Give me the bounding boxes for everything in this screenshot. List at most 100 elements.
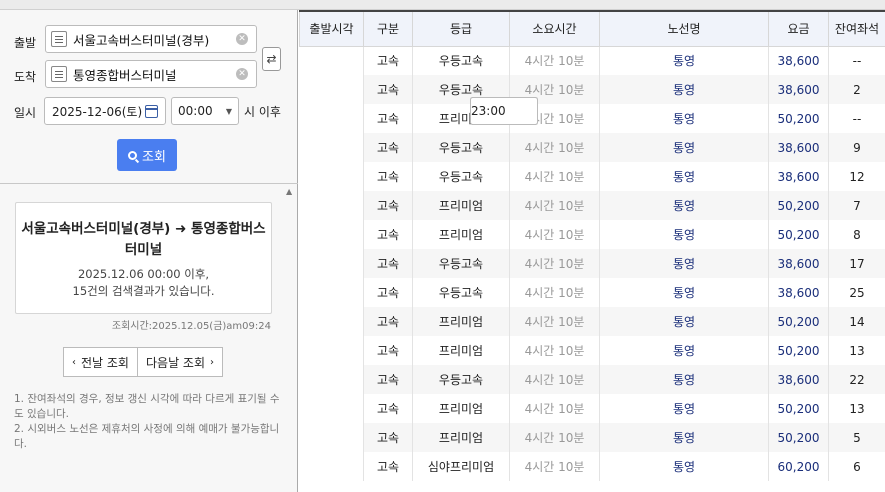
cell-grade: 우등고속: [412, 278, 510, 307]
cell-seats: 5: [828, 423, 885, 452]
cell-grade: 우등고속: [412, 46, 510, 75]
table-row[interactable]: 16:50고속프리미엄4시간 10분통영50,20013: [300, 97, 885, 365]
cell-line[interactable]: 통영: [599, 162, 769, 191]
schedule-table: 출발시각 구분 등급 소요시간 노선명 요금 잔여좌석 07:00고속우등고속4…: [299, 10, 885, 481]
after-label: 시 이후: [244, 105, 281, 119]
cell-dur: 4시간 10분: [509, 162, 600, 191]
cell-fare: 50,200: [768, 104, 829, 133]
table-row[interactable]: 07:00고속우등고속4시간 10분통영38,600--: [300, 46, 885, 125]
cell-dur: 4시간 10분: [509, 133, 600, 162]
cell-dur: 4시간 10분: [509, 452, 600, 481]
cell-grade: 프리미엄: [412, 191, 510, 220]
clear-icon[interactable]: ✕: [236, 68, 248, 80]
cell-line[interactable]: 통영: [599, 220, 769, 249]
cell-dur: 4시간 10분: [509, 249, 600, 278]
header-type[interactable]: 구분: [363, 10, 413, 47]
cell-kind: 고속: [363, 133, 413, 162]
chevron-right-icon: ›: [210, 356, 214, 368]
cell-kind: 고속: [363, 423, 413, 452]
next-day-button[interactable]: 다음날 조회 ›: [137, 347, 223, 377]
header-grade[interactable]: 등급: [412, 10, 510, 47]
date-value: 2025-12-06(토): [52, 104, 143, 119]
cell-line[interactable]: 통영: [599, 394, 769, 423]
cell-kind: 고속: [363, 365, 413, 394]
table-row[interactable]: 14:50고속우등고속4시간 10분통영38,60025: [300, 97, 885, 307]
table-row[interactable]: 10:50고속우등고속4시간 10분통영38,60012: [300, 97, 885, 191]
header-fare[interactable]: 요금: [768, 10, 829, 47]
cell-line[interactable]: 통영: [599, 336, 769, 365]
cell-fare: 60,200: [768, 452, 829, 481]
cell-grade: 프리미엄: [412, 423, 510, 452]
cell-line[interactable]: 통영: [599, 278, 769, 307]
notice-1: 1. 잔여좌석의 경우, 정보 갱신 시각에 따라 다르게 표기될 수도 있습니…: [14, 393, 280, 420]
table-row[interactable]: 12:50고속프리미엄4시간 10분통영50,2008: [300, 97, 885, 249]
table-row[interactable]: 08:30고속프리미엄4시간 10분통영50,200--: [300, 97, 885, 133]
cell-dur: 4시간 10분: [509, 191, 600, 220]
table-row[interactable]: 13:50고속우등고속4시간 10분통영38,60017: [300, 97, 885, 278]
day-nav: ‹ 전날 조회 다음날 조회 ›: [63, 347, 223, 377]
chevron-left-icon: ‹: [72, 356, 76, 368]
cell-dur: 4시간 10분: [509, 336, 600, 365]
date-field[interactable]: 2025-12-06(토): [44, 97, 166, 125]
cell-line[interactable]: 통영: [599, 307, 769, 336]
scroll-up-icon[interactable]: ▲: [286, 187, 292, 196]
lookup-time: 조회시간:2025.12.05(금)am09:24: [111, 321, 271, 332]
cell-line[interactable]: 통영: [599, 104, 769, 133]
cell-time: 23:00: [470, 97, 538, 125]
arrive-label: 도착: [14, 70, 37, 84]
cell-line[interactable]: 통영: [599, 249, 769, 278]
search-button[interactable]: 조회: [117, 139, 177, 171]
list-icon[interactable]: [51, 66, 67, 82]
search-icon: [128, 150, 138, 160]
table-row[interactable]: 17:40고속우등고속4시간 10분통영38,60022: [300, 97, 885, 394]
swap-icon[interactable]: ⇄: [262, 47, 281, 71]
cell-fare: 50,200: [768, 220, 829, 249]
table-row[interactable]: 15:40고속프리미엄4시간 10분통영50,20014: [300, 97, 885, 336]
next-day-label: 다음날 조회: [145, 355, 205, 370]
clear-icon[interactable]: ✕: [236, 33, 248, 45]
table-row[interactable]: 09:40고속우등고속4시간 10분통영38,6009: [300, 97, 885, 162]
table-row[interactable]: 19:40고속프리미엄4시간 10분통영50,2005: [300, 97, 885, 452]
cell-line[interactable]: 통영: [599, 75, 769, 104]
cell-dur: 4시간 10분: [509, 220, 600, 249]
cell-kind: 고속: [363, 220, 413, 249]
cell-seats: 25: [828, 278, 885, 307]
notice-2: 2. 시외버스 노선은 제휴처의 사정에 의해 예매가 불가능합니다.: [14, 423, 280, 450]
cell-kind: 고속: [363, 278, 413, 307]
cell-dur: 4시간 10분: [509, 365, 600, 394]
top-bar: [0, 0, 885, 10]
cell-grade: 프리미엄: [412, 394, 510, 423]
depart-label: 출발: [14, 36, 37, 50]
cell-line[interactable]: 통영: [599, 133, 769, 162]
cell-kind: 고속: [363, 46, 413, 75]
calendar-icon[interactable]: [145, 104, 158, 118]
header-duration[interactable]: 소요시간: [509, 10, 600, 47]
cell-grade: 우등고속: [412, 365, 510, 394]
header-route[interactable]: 노선명: [599, 10, 769, 47]
table-row[interactable]: 11:40고속프리미엄4시간 10분통영50,2007: [300, 97, 885, 220]
table-row[interactable]: 18:30고속프리미엄4시간 10분통영50,20013: [300, 97, 885, 423]
list-icon[interactable]: [51, 31, 67, 47]
table-row[interactable]: 07:50고속우등고속4시간 10분통영38,6002: [300, 75, 885, 125]
cell-line[interactable]: 통영: [599, 365, 769, 394]
cell-seats: 13: [828, 394, 885, 423]
cell-line[interactable]: 통영: [599, 46, 769, 75]
cell-seats: 12: [828, 162, 885, 191]
header-seats[interactable]: 잔여좌석: [828, 10, 885, 47]
depart-field[interactable]: 서울고속버스터미널(경부) ✕: [45, 25, 257, 53]
time-select[interactable]: 00:00 ▼: [171, 97, 239, 125]
result-summary: 서울고속버스터미널(경부) ➜ 통영종합버스터미널 2025.12.06 00:…: [15, 202, 272, 314]
cell-seats: --: [828, 46, 885, 75]
cell-line[interactable]: 통영: [599, 423, 769, 452]
prev-day-label: 전날 조회: [81, 355, 129, 370]
prev-day-button[interactable]: ‹ 전날 조회: [63, 347, 138, 377]
cell-line[interactable]: 통영: [599, 191, 769, 220]
cell-grade: 프리미엄: [412, 220, 510, 249]
cell-line[interactable]: 통영: [599, 452, 769, 481]
cell-seats: 9: [828, 133, 885, 162]
chevron-down-icon: ▼: [225, 106, 232, 116]
header-depart-time[interactable]: 출발시각: [299, 10, 364, 47]
arrive-field[interactable]: 통영종합버스터미널 ✕: [45, 60, 257, 88]
table-row[interactable]: 23:00 고속 심야프리미엄 4시간 10분 통영 60,200 6: [300, 97, 885, 481]
time-value: 00:00: [178, 104, 213, 118]
